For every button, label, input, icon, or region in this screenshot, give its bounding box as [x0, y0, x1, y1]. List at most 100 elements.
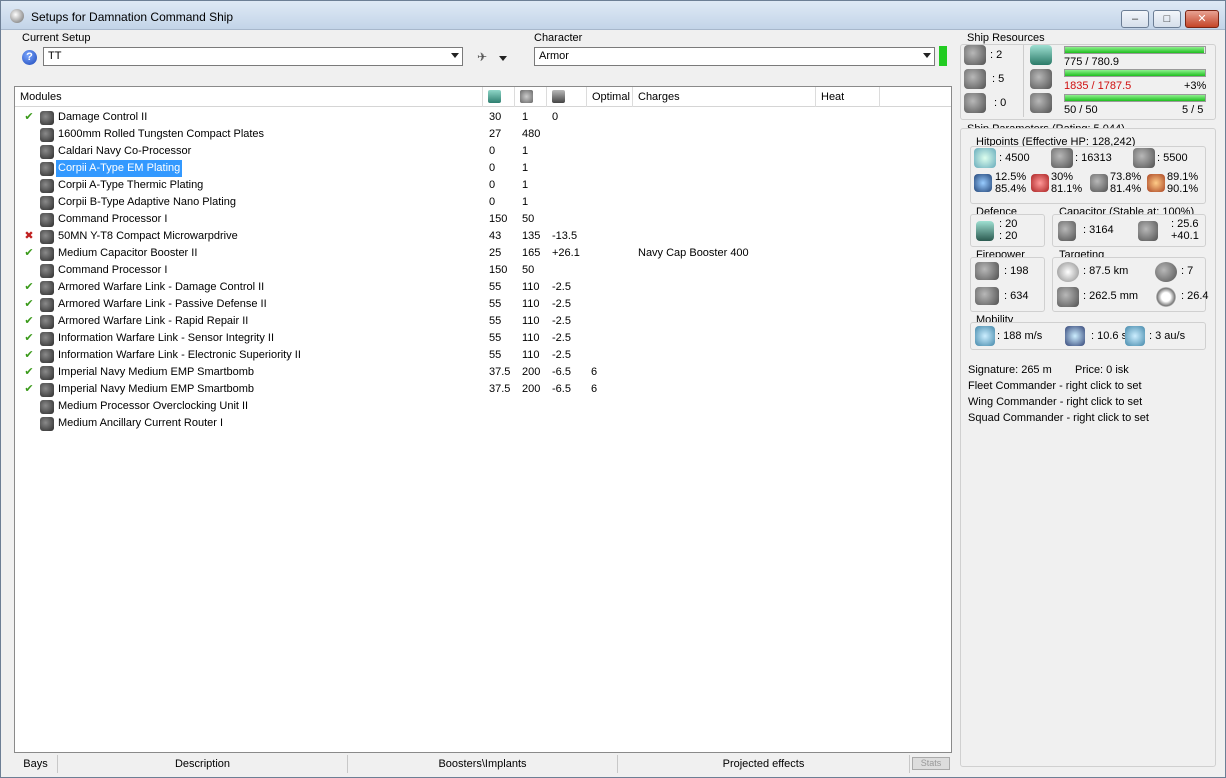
- chevron-down-icon[interactable]: [499, 56, 507, 61]
- table-row[interactable]: Corpii A-Type Thermic Plating 0 1: [15, 177, 951, 194]
- module-online-icon[interactable]: ✔: [23, 313, 35, 330]
- minimize-button[interactable]: –: [1121, 10, 1149, 28]
- em-resist-icon: [974, 174, 992, 192]
- table-row[interactable]: ✔ Damage Control II 30 1 0: [15, 109, 951, 126]
- module-icon: [40, 298, 54, 312]
- table-row[interactable]: Medium Processor Overclocking Unit II: [15, 398, 951, 415]
- module-icon: [40, 145, 54, 159]
- capacitor-delta-a: : 25.6: [1171, 218, 1199, 230]
- module-name: Medium Ancillary Current Router I: [58, 417, 224, 429]
- capacitor-recharge-icon: [1138, 221, 1158, 241]
- squad-commander-slot[interactable]: Squad Commander - right click to set: [968, 412, 1149, 424]
- module-c1: 0: [489, 179, 496, 191]
- description-tab[interactable]: Description: [58, 755, 348, 773]
- ship-parameters-box: Hitpoints (Effective HP: 128,242) : 4500…: [960, 128, 1216, 767]
- defence-box: : 20 : 20: [970, 214, 1045, 247]
- modules-table-header: Modules Optimal Charges Heat: [15, 87, 951, 107]
- module-c3: -6.5: [552, 383, 571, 395]
- scan-resolution-icon: [1057, 287, 1079, 307]
- table-row[interactable]: Command Processor I 150 50: [15, 262, 951, 279]
- table-row[interactable]: ✖ 50MN Y-T8 Compact Microwarpdrive 43 135 -1…: [15, 228, 951, 245]
- module-offline-icon[interactable]: ✖: [23, 228, 35, 245]
- projected-effects-tab[interactable]: Projected effects: [618, 755, 910, 773]
- table-row[interactable]: Corpii B-Type Adaptive Nano Plating 0 1: [15, 194, 951, 211]
- module-c1: 43: [489, 230, 502, 242]
- module-icon: [40, 179, 54, 193]
- sensor-strength-icon: [1155, 287, 1177, 307]
- app-icon: [10, 9, 24, 23]
- module-online-icon[interactable]: ✔: [23, 347, 35, 364]
- firepower-volley: : 634: [1004, 290, 1029, 302]
- shield-icon: [974, 148, 996, 168]
- table-row[interactable]: Corpii A-Type EM Plating 0 1: [15, 160, 951, 177]
- bays-tab[interactable]: Bays: [14, 755, 58, 773]
- max-targets: : 7: [1181, 265, 1194, 277]
- setup-dropdown[interactable]: TT: [43, 47, 463, 66]
- armor-hp: : 16313: [1075, 152, 1112, 164]
- module-c1: 0: [489, 145, 496, 157]
- module-icon: [40, 111, 54, 125]
- table-row[interactable]: ✔ Medium Capacitor Booster II 25 165 +26.1 Na…: [15, 245, 951, 262]
- fleet-commander-slot[interactable]: Fleet Commander - right click to set: [968, 380, 1142, 392]
- module-online-icon[interactable]: ✔: [23, 245, 35, 262]
- table-row[interactable]: ✔ Information Warfare Link - Electronic S…: [15, 347, 951, 364]
- setup-value: TT: [48, 50, 62, 62]
- table-row[interactable]: ✔ Armored Warfare Link - Passive Defense …: [15, 296, 951, 313]
- kinetic-resist-icon: [1090, 174, 1108, 192]
- maximize-button[interactable]: □: [1153, 10, 1181, 28]
- table-row[interactable]: ✔ Imperial Navy Medium EMP Smartbomb 37.5 2…: [15, 381, 951, 398]
- target-range: : 87.5 km: [1083, 265, 1129, 277]
- module-c3: -6.5: [552, 366, 571, 378]
- module-name: Corpii A-Type EM Plating: [56, 160, 183, 177]
- table-row[interactable]: 1600mm Rolled Tungsten Compact Plates 27 4…: [15, 126, 951, 143]
- defence-armor-rep: : 20: [999, 230, 1018, 242]
- table-row[interactable]: ✔ Armored Warfare Link - Damage Control I…: [15, 279, 951, 296]
- module-c2: 110: [522, 315, 540, 327]
- col-charges[interactable]: Charges: [633, 87, 816, 107]
- module-c3: -2.5: [552, 315, 571, 327]
- col-modules[interactable]: Modules: [15, 87, 483, 107]
- help-icon[interactable]: ?: [22, 50, 37, 65]
- ship-tools-icon[interactable]: ✈: [477, 50, 493, 64]
- table-row[interactable]: ✔ Imperial Navy Medium EMP Smartbomb 37.5 2…: [15, 364, 951, 381]
- character-dropdown[interactable]: Armor: [534, 47, 935, 66]
- close-button[interactable]: ✕: [1185, 10, 1219, 28]
- drone-bay-icon: [964, 93, 986, 113]
- module-online-icon[interactable]: ✔: [23, 279, 35, 296]
- module-c3: -2.5: [552, 332, 571, 344]
- module-c2: 110: [522, 332, 540, 344]
- stats-button[interactable]: Stats: [912, 757, 950, 770]
- col-powergrid[interactable]: [515, 87, 547, 107]
- module-online-icon[interactable]: ✔: [23, 109, 35, 126]
- structure-icon: [1133, 148, 1155, 168]
- divider: [1023, 45, 1024, 117]
- col-optimal[interactable]: Optimal: [587, 87, 633, 107]
- module-c1: 27: [489, 128, 502, 140]
- module-online-icon[interactable]: ✔: [23, 296, 35, 313]
- module-c3: -2.5: [552, 298, 571, 310]
- table-row[interactable]: ✔ Armored Warfare Link - Rapid Repair II 5…: [15, 313, 951, 330]
- module-c3: -2.5: [552, 349, 571, 361]
- table-row[interactable]: Caldari Navy Co-Processor 0 1: [15, 143, 951, 160]
- module-icon: [40, 196, 54, 210]
- col-capacitor[interactable]: [547, 87, 587, 107]
- kinetic-resist-shield: 73.8%: [1110, 171, 1142, 183]
- fit-price: Price: 0 isk: [1075, 364, 1129, 376]
- module-online-icon[interactable]: ✔: [23, 330, 35, 347]
- module-c2: 200: [522, 366, 541, 378]
- table-row[interactable]: Medium Ancillary Current Router I: [15, 415, 951, 432]
- calibration-usage: 50 / 50: [1064, 104, 1098, 116]
- boosters-implants-tab[interactable]: Boosters\Implants: [348, 755, 618, 773]
- module-online-icon[interactable]: ✔: [23, 381, 35, 398]
- col-heat[interactable]: Heat: [816, 87, 880, 107]
- col-cpu[interactable]: [483, 87, 515, 107]
- drone-count: : 0: [994, 97, 1007, 109]
- module-online-icon[interactable]: ✔: [23, 364, 35, 381]
- firepower-box: : 198 : 634: [970, 257, 1045, 312]
- table-row[interactable]: Command Processor I 150 50: [15, 211, 951, 228]
- table-row[interactable]: ✔ Information Warfare Link - Sensor Integ…: [15, 330, 951, 347]
- module-name: Armored Warfare Link - Passive Defense I…: [58, 298, 267, 310]
- modules-table[interactable]: Modules Optimal Charges Heat ✔ Damage Con…: [14, 86, 952, 753]
- wing-commander-slot[interactable]: Wing Commander - right click to set: [968, 396, 1142, 408]
- calibration-icon: [1030, 93, 1052, 113]
